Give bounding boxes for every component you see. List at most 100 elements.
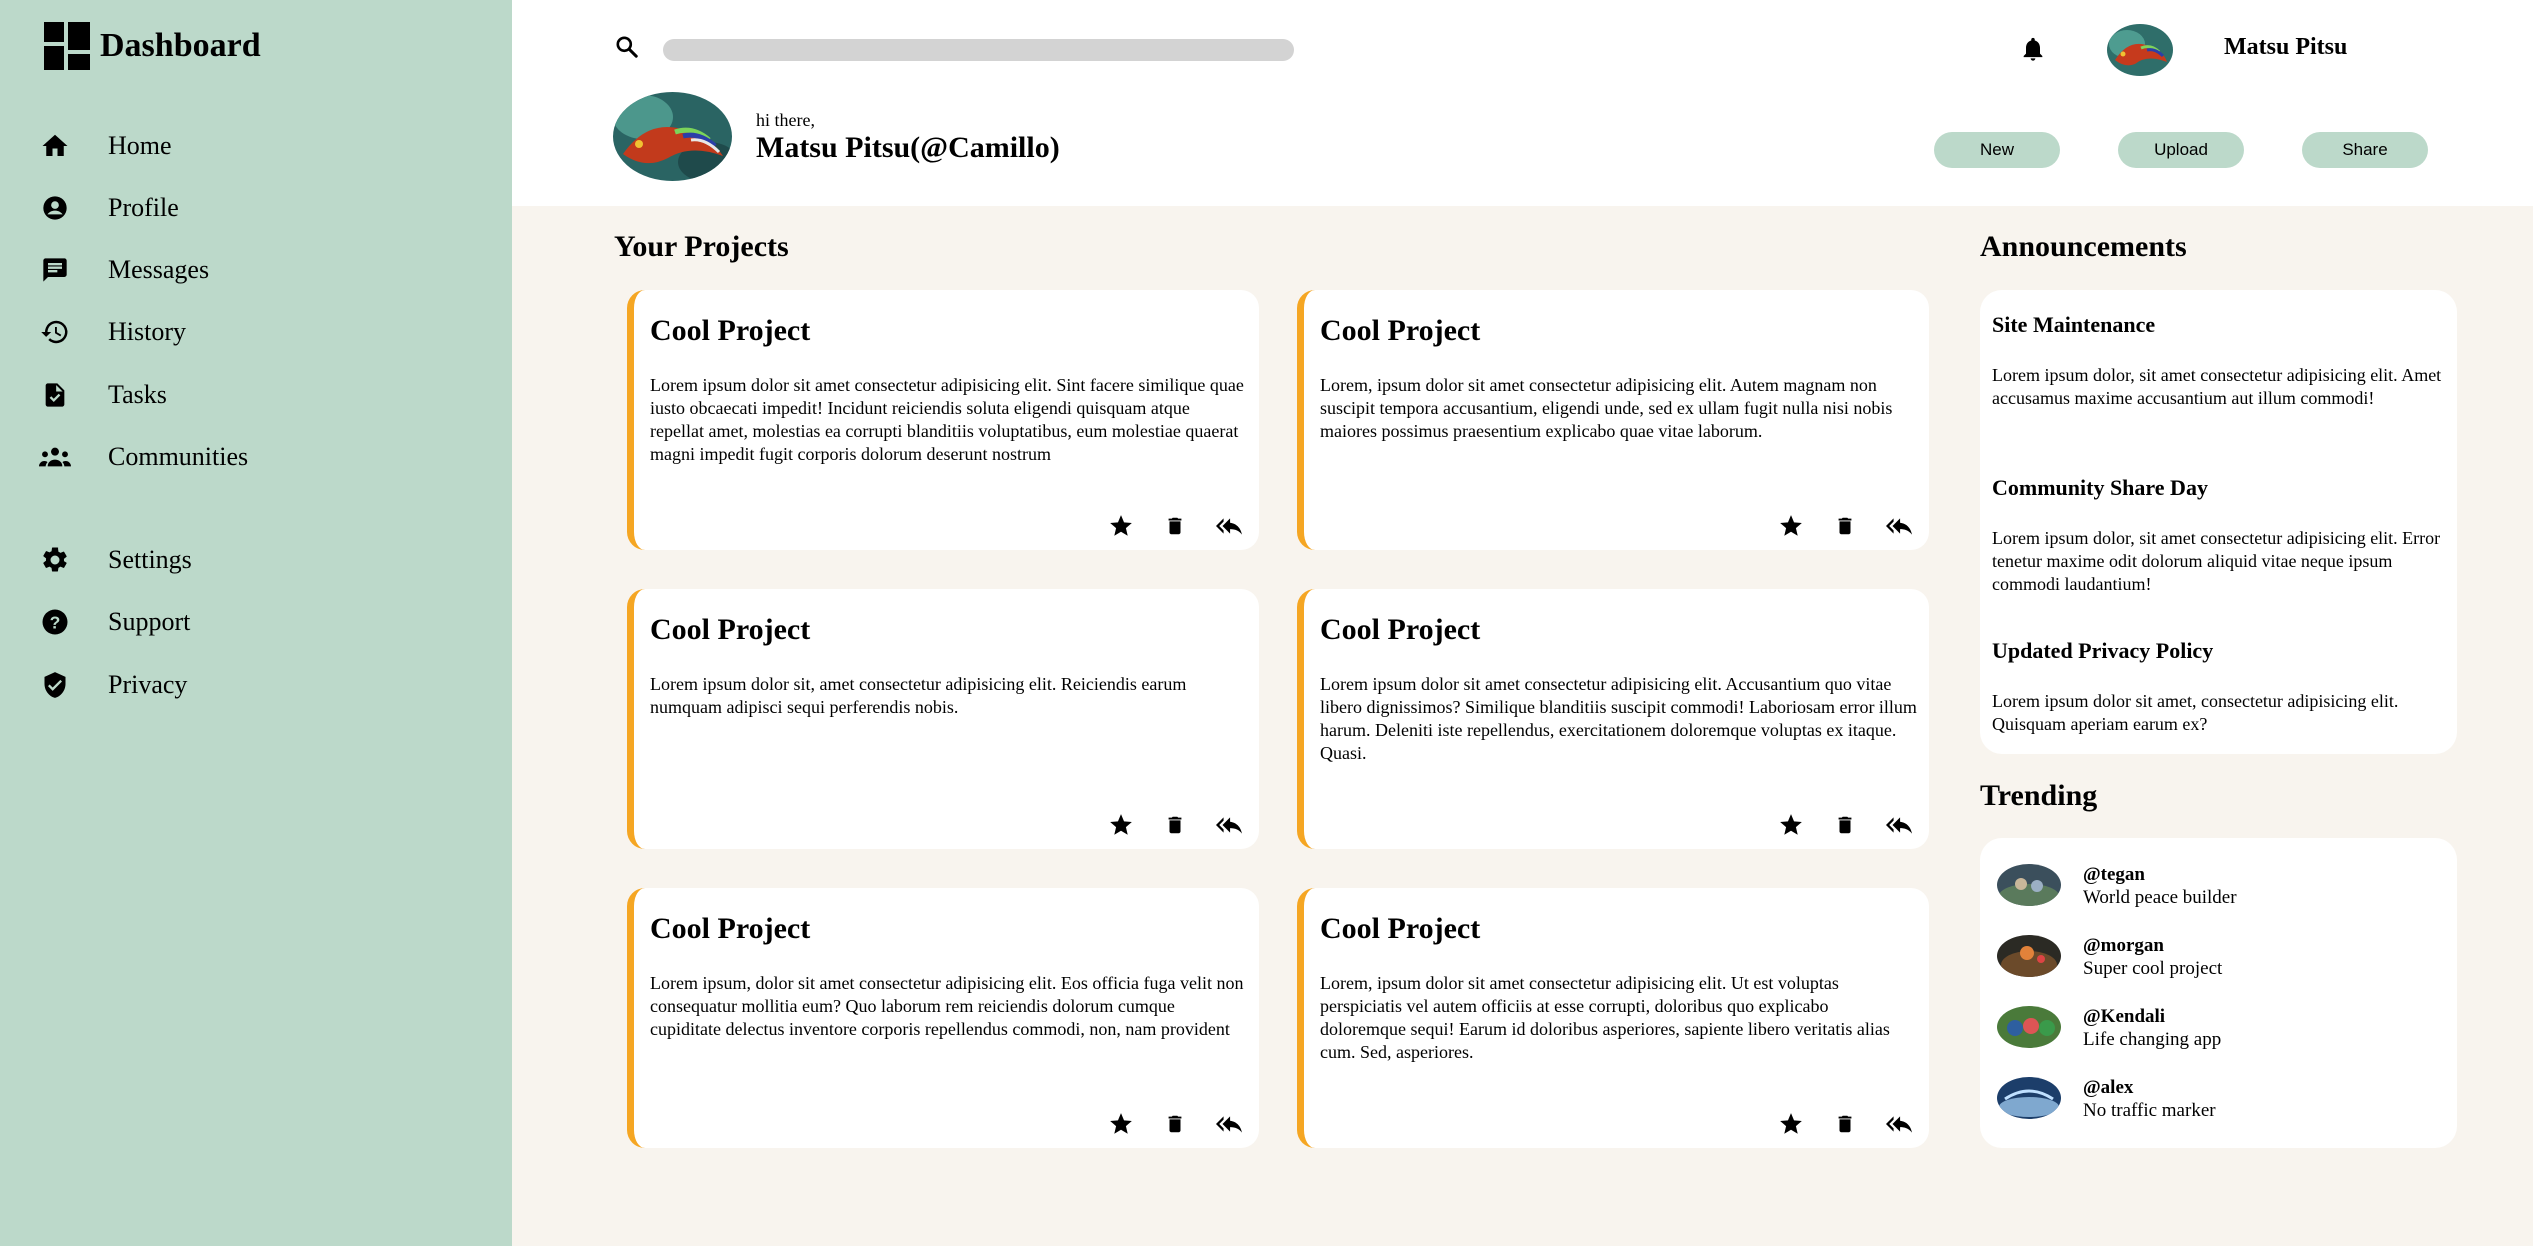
project-title: Cool Project	[650, 912, 811, 945]
trending-description: No traffic marker	[2083, 1100, 2216, 1121]
project-description: Lorem, ipsum dolor sit amet consectetur …	[1320, 375, 1893, 441]
brand[interactable]: Dashboard	[44, 22, 261, 70]
trending-description: World peace builder	[2083, 887, 2237, 908]
trash-icon[interactable]	[1159, 510, 1191, 542]
trending-description: Life changing app	[2083, 1029, 2222, 1050]
announcement-body: Lorem ipsum dolor sit amet, consectetur …	[1992, 691, 2399, 734]
search-icon[interactable]	[614, 34, 644, 64]
privacy-icon	[38, 668, 72, 702]
upload-button[interactable]: Upload	[2118, 132, 2244, 168]
sidebar-item-messages[interactable]: Messages	[38, 245, 209, 295]
sidebar-item-communities[interactable]: Communities	[38, 432, 248, 482]
project-actions	[1753, 1108, 1915, 1140]
sidebar-item-label: Messages	[108, 255, 210, 284]
sidebar-item-tasks[interactable]: Tasks	[38, 370, 167, 420]
project-card[interactable]: Cool Project Lorem, ipsum dolor sit amet …	[1297, 290, 1929, 550]
project-description: Lorem ipsum, dolor sit amet consectetur …	[650, 973, 1244, 1039]
trash-icon[interactable]	[1159, 809, 1191, 841]
reply-all-icon[interactable]	[1883, 1108, 1915, 1140]
announcement-title[interactable]: Updated Privacy Policy	[1992, 638, 2213, 664]
search-input[interactable]	[663, 39, 1294, 61]
project-description: Lorem ipsum dolor sit amet consectetur a…	[1320, 674, 1917, 763]
sidebar-item-label: Support	[108, 607, 191, 636]
reply-all-icon[interactable]	[1213, 1108, 1245, 1140]
project-title: Cool Project	[650, 314, 811, 347]
greeting: hi there,	[756, 110, 815, 130]
project-description: Lorem ipsum dolor sit amet consectetur a…	[650, 375, 1244, 464]
announcements-title: Announcements	[1980, 230, 2187, 263]
project-card[interactable]: Cool Project Lorem ipsum dolor sit, amet …	[627, 589, 1259, 849]
sidebar-item-label: Tasks	[108, 380, 167, 409]
project-actions	[1753, 510, 1915, 542]
project-card[interactable]: Cool Project Lorem ipsum dolor sit amet c…	[1297, 589, 1929, 849]
tasks-icon	[38, 378, 72, 412]
project-card[interactable]: Cool Project Lorem ipsum dolor sit amet c…	[627, 290, 1259, 550]
trending-handle: @morgan	[2083, 935, 2165, 956]
reply-all-icon[interactable]	[1883, 510, 1915, 542]
project-title: Cool Project	[1320, 613, 1481, 646]
trash-icon[interactable]	[1829, 510, 1861, 542]
sidebar-item-history[interactable]: History	[38, 307, 186, 357]
reply-all-icon[interactable]	[1883, 809, 1915, 841]
share-button[interactable]: Share	[2302, 132, 2428, 168]
reply-all-icon[interactable]	[1213, 510, 1245, 542]
sidebar: Dashboard Home Profile Messages History …	[0, 0, 512, 1246]
settings-icon	[38, 543, 72, 577]
announcement-title[interactable]: Site Maintenance	[1992, 312, 2155, 338]
profile-avatar	[613, 92, 732, 181]
trending-item[interactable]: @tegan World peace builder	[1997, 864, 2237, 910]
projects-title: Your Projects	[614, 230, 789, 263]
sidebar-item-privacy[interactable]: Privacy	[38, 660, 187, 710]
sidebar-item-label: Profile	[108, 193, 179, 222]
trending-item[interactable]: @Kendali Life changing app	[1997, 1006, 2221, 1052]
profile-icon	[38, 191, 72, 225]
sidebar-item-profile[interactable]: Profile	[38, 183, 179, 233]
star-icon[interactable]	[1105, 809, 1137, 841]
star-icon[interactable]	[1105, 1108, 1137, 1140]
trash-icon[interactable]	[1829, 1108, 1861, 1140]
announcement-body: Lorem ipsum dolor, sit amet consectetur …	[1992, 528, 2441, 594]
project-title: Cool Project	[650, 613, 811, 646]
star-icon[interactable]	[1775, 809, 1807, 841]
support-icon: ?	[38, 605, 72, 639]
dashboard-logo-icon	[44, 22, 90, 70]
star-icon[interactable]	[1775, 1108, 1807, 1140]
sidebar-item-settings[interactable]: Settings	[38, 535, 192, 585]
trending-avatar	[1997, 1006, 2061, 1048]
trending-handle: @Kendali	[2083, 1006, 2166, 1027]
announcement-body: Lorem ipsum dolor, sit amet consectetur …	[1992, 365, 2442, 408]
trending-item[interactable]: @morgan Super cool project	[1997, 935, 2222, 981]
reply-all-icon[interactable]	[1213, 809, 1245, 841]
sidebar-item-label: Communities	[108, 442, 249, 471]
trending-panel: @tegan World peace builder @morgan Super…	[1980, 838, 2457, 1148]
trash-icon[interactable]	[1829, 809, 1861, 841]
star-icon[interactable]	[1105, 510, 1137, 542]
new-button[interactable]: New	[1934, 132, 2060, 168]
project-title: Cool Project	[1320, 314, 1481, 347]
messages-icon	[38, 253, 72, 287]
trending-handle: @alex	[2083, 1077, 2134, 1098]
communities-icon	[38, 440, 72, 474]
bell-icon[interactable]	[2019, 34, 2049, 66]
project-actions	[1753, 809, 1915, 841]
trending-item[interactable]: @alex No traffic marker	[1997, 1077, 2216, 1123]
sidebar-item-support[interactable]: ? Support	[38, 597, 190, 647]
avatar[interactable]	[2107, 24, 2173, 76]
trending-avatar	[1997, 864, 2061, 906]
project-actions	[1083, 809, 1245, 841]
project-card[interactable]: Cool Project Lorem ipsum, dolor sit amet …	[627, 888, 1259, 1148]
sidebar-item-label: Home	[108, 131, 172, 160]
project-card[interactable]: Cool Project Lorem, ipsum dolor sit amet …	[1297, 888, 1929, 1148]
announcement-title[interactable]: Community Share Day	[1992, 475, 2208, 501]
announcements-panel: Site Maintenance Lorem ipsum dolor, sit …	[1980, 290, 2457, 754]
sidebar-item-home[interactable]: Home	[38, 121, 172, 171]
trending-title: Trending	[1980, 779, 2098, 812]
project-title: Cool Project	[1320, 912, 1481, 945]
trash-icon[interactable]	[1159, 1108, 1191, 1140]
star-icon[interactable]	[1775, 510, 1807, 542]
username[interactable]: Matsu Pitsu	[2224, 34, 2347, 61]
sidebar-item-label: Privacy	[108, 670, 188, 699]
project-actions	[1083, 1108, 1245, 1140]
history-icon	[38, 315, 72, 349]
brand-title: Dashboard	[100, 27, 261, 64]
